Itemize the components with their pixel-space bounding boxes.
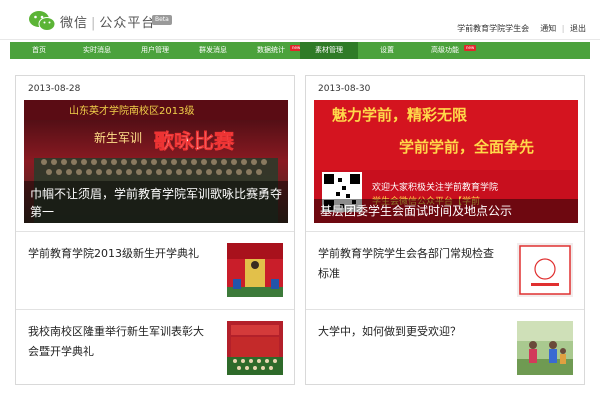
nav-item-realtime-messages[interactable]: 实时消息 bbox=[68, 42, 126, 59]
card-date: 2013-08-30 bbox=[318, 84, 371, 94]
cover-article[interactable]: 魅力学前，精彩无限 学前学前，全面争先 欢迎大家积极关注学前教育学院 学生会微信… bbox=[314, 100, 578, 223]
cover-caption: 巾帼不让须眉，学前教育学院军训歌咏比赛勇夺第一 bbox=[24, 181, 288, 223]
cover-slogan-2: 学前学前，全面争先 bbox=[399, 138, 534, 156]
cover-caption: 基层团委学生会面试时间及地点公示 bbox=[314, 199, 578, 223]
news-card: 2013-08-28 山东英才学院南校区2013级 新生军训 歌咏比赛 巾帼不让… bbox=[15, 75, 295, 385]
article-thumbnail bbox=[517, 321, 573, 375]
logo-wechat-text: 微信 bbox=[60, 16, 89, 31]
nav-item-advanced[interactable]: 高级功能 new bbox=[416, 42, 477, 59]
cover-article[interactable]: 山东英才学院南校区2013级 新生军训 歌咏比赛 巾帼不让须眉，学前教育学院军训… bbox=[24, 100, 288, 223]
article-title: 学前教育学院2013级新生开学典礼 bbox=[28, 247, 199, 260]
article-item[interactable]: 我校南校区隆重举行新生军训表彰大会暨开学典礼 bbox=[16, 309, 294, 387]
article-item[interactable]: 学前教育学院学生会各部门常规检查标准 bbox=[306, 231, 584, 309]
top-link-divider: | bbox=[561, 24, 565, 33]
article-thumbnail bbox=[227, 243, 283, 297]
top-header: 微信 | 公众平台 Beta 学前教育学院学生会 通知 | 退出 bbox=[0, 0, 600, 40]
logo-platform-text: 公众平台 bbox=[99, 16, 156, 31]
article-thumbnail bbox=[517, 243, 573, 297]
news-card: 2013-08-30 魅力学前，精彩无限 学前学前，全面争先 欢迎大家积极关注学… bbox=[305, 75, 585, 385]
cover-banner-text: 山东英才学院南校区2013级 bbox=[69, 104, 194, 117]
nav-label: 数据统计 bbox=[257, 46, 285, 54]
nav-label: 高级功能 bbox=[431, 46, 459, 54]
article-title: 大学中，如何做到更受欢迎？ bbox=[318, 325, 461, 338]
beta-badge: Beta bbox=[152, 15, 172, 25]
top-links: 学前教育学院学生会 通知 | 退出 bbox=[457, 23, 586, 34]
logo-separator: | bbox=[91, 16, 97, 31]
nav-label: 首页 bbox=[32, 46, 46, 54]
cover-big-text: 歌咏比赛 bbox=[154, 129, 235, 153]
nav-item-user-management[interactable]: 用户管理 bbox=[126, 42, 184, 59]
nav-item-material-management[interactable]: 素材管理 bbox=[300, 42, 358, 59]
card-date: 2013-08-28 bbox=[28, 84, 81, 94]
logo-title[interactable]: 微信 | 公众平台 bbox=[60, 12, 155, 31]
main-nav: 首页 实时消息 用户管理 群发消息 数据统计 new 素材管理 设置 高级功能 ne… bbox=[10, 42, 590, 59]
nav-label: 设置 bbox=[380, 46, 394, 54]
wechat-logo-icon[interactable] bbox=[28, 10, 56, 32]
article-item[interactable]: 学前教育学院2013级新生开学典礼 bbox=[16, 231, 294, 309]
nav-item-statistics[interactable]: 数据统计 new bbox=[242, 42, 303, 59]
notify-link[interactable]: 通知 bbox=[540, 23, 556, 34]
nav-item-mass-message[interactable]: 群发消息 bbox=[184, 42, 242, 59]
nav-label: 素材管理 bbox=[315, 46, 343, 54]
nav-item-home[interactable]: 首页 bbox=[10, 42, 68, 59]
nav-item-settings[interactable]: 设置 bbox=[358, 42, 416, 59]
cover-side-text: 新生军训 bbox=[94, 130, 142, 145]
cover-slogan-1: 魅力学前，精彩无限 bbox=[332, 106, 467, 124]
new-badge: new bbox=[464, 45, 477, 51]
article-thumbnail bbox=[227, 321, 283, 375]
article-title: 学前教育学院学生会各部门常规检查标准 bbox=[318, 247, 494, 280]
nav-label: 群发消息 bbox=[199, 46, 227, 54]
logout-link[interactable]: 退出 bbox=[570, 23, 586, 34]
article-item[interactable]: 大学中，如何做到更受欢迎？ bbox=[306, 309, 584, 387]
cover-welcome-text: 欢迎大家积极关注学前教育学院 bbox=[372, 181, 498, 193]
article-title: 我校南校区隆重举行新生军训表彰大会暨开学典礼 bbox=[28, 325, 204, 358]
nav-label: 实时消息 bbox=[83, 46, 111, 54]
account-name-link[interactable]: 学前教育学院学生会 bbox=[457, 23, 529, 34]
nav-label: 用户管理 bbox=[141, 46, 169, 54]
